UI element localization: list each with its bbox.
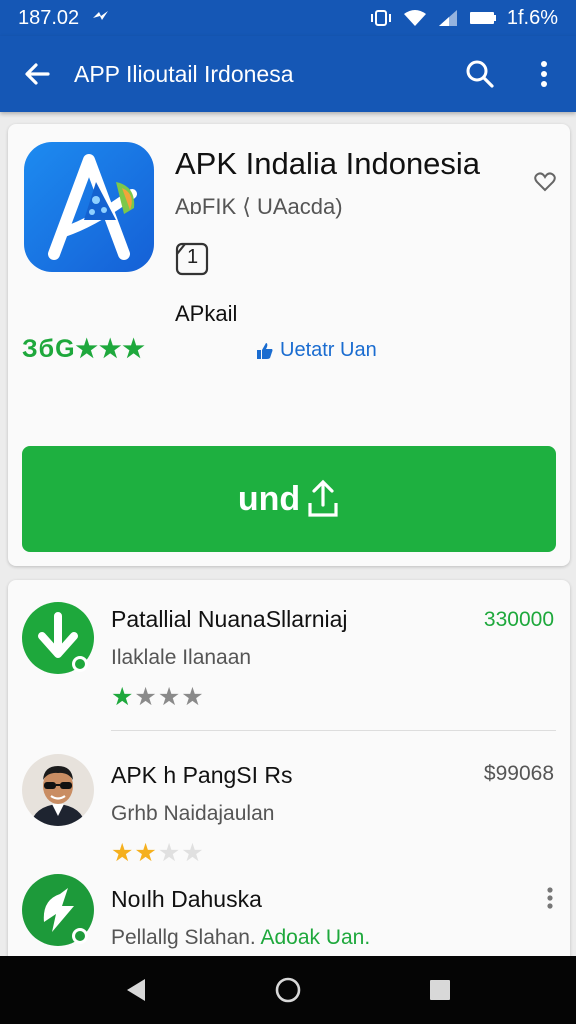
- install-button-label: und: [237, 479, 301, 518]
- age-badge: 1: [175, 240, 209, 281]
- update-link-label: Uetatr Uan: [280, 339, 377, 361]
- recents-square-icon: [430, 980, 450, 1000]
- wifi-icon: [403, 10, 426, 26]
- star-empty: ★★: [157, 839, 205, 867]
- favorite-button[interactable]: [534, 172, 556, 197]
- system-nav-bar: [0, 956, 576, 1024]
- heart-icon: [534, 172, 556, 192]
- age-badge-label: 1: [187, 246, 199, 268]
- avatar: [22, 754, 94, 826]
- list-item-stars: ★★★★: [111, 682, 205, 712]
- star-filled: ★: [111, 683, 135, 711]
- app-title: APK Indalia Indonesia: [175, 146, 481, 181]
- search-button[interactable]: [448, 36, 512, 112]
- star-filled: ★★: [111, 839, 158, 867]
- person-avatar-icon: [30, 766, 86, 826]
- notification-icon: [93, 11, 109, 20]
- app-bar: APP Ilioutail Irdonesa: [0, 36, 576, 112]
- related-apps-list: Patallial NuanaSllarniaj Ilaklale Ilanaa…: [8, 580, 570, 970]
- more-vert-icon: [541, 61, 547, 87]
- item-more-button[interactable]: [546, 886, 554, 915]
- install-button[interactable]: und: [22, 446, 556, 552]
- battery-icon: [469, 12, 496, 24]
- search-icon: [466, 60, 494, 88]
- list-item[interactable]: Patallial NuanaSllarniaj Ilaklale Ilanaa…: [8, 580, 570, 730]
- nav-recents-button[interactable]: [400, 956, 480, 1024]
- app-category: APkail: [175, 301, 238, 326]
- more-vert-icon: [547, 887, 553, 909]
- list-item-title: Noılh Dahuska: [111, 886, 262, 912]
- list-item-stars: ★★★★: [111, 838, 205, 868]
- app-icon-green-arrow: [22, 602, 94, 674]
- more-options-button[interactable]: [512, 36, 576, 112]
- download-arrow-icon: [38, 612, 88, 672]
- thumbs-up-icon: [257, 342, 273, 359]
- list-item-subtitle: Ilaklale Ilanaan: [111, 646, 252, 669]
- app-developer: AɒFIK ⟨ UAacda): [175, 194, 343, 219]
- app-logo: [24, 142, 154, 272]
- list-item-link[interactable]: Adoak Uan.: [260, 926, 370, 949]
- update-link[interactable]: Uetatr Uan: [256, 339, 377, 362]
- bolt-icon: [43, 888, 88, 944]
- list-item[interactable]: APK h PangSI Rs Grhb Naidajaulan $99068 …: [8, 732, 570, 872]
- list-item-title: APK h PangSI Rs: [111, 762, 293, 788]
- status-bar: 187.02 1f.6%: [0, 0, 576, 36]
- app-logo-icon: [48, 154, 137, 260]
- app-rating: ЗбG★★★: [22, 335, 146, 363]
- list-item-price: 330000: [483, 608, 554, 631]
- status-time: 187.02: [18, 6, 80, 29]
- app-detail-card: APK Indalia Indonesia AɒFIK ⟨ UAacda) 1 …: [8, 124, 570, 566]
- home-circle-icon: [275, 977, 301, 1003]
- list-item-title: Patallial NuanaSllarniaj: [111, 606, 348, 632]
- upload-icon: [308, 479, 338, 517]
- page-title: APP Ilioutail Irdonesa: [74, 60, 294, 87]
- list-item-subtitle: Grhb Naidajaulan: [111, 802, 275, 825]
- signal-icon: [438, 10, 457, 26]
- star-empty: ★★★: [134, 683, 205, 711]
- nav-home-button[interactable]: [248, 956, 328, 1024]
- app-icon-green-bolt: [22, 874, 94, 946]
- battery-percent: 1f.6%: [506, 6, 558, 29]
- nav-back-button[interactable]: [96, 956, 176, 1024]
- back-triangle-icon: [127, 979, 145, 1001]
- arrow-left-icon: [25, 63, 50, 85]
- list-item-subtitle: Pellallg Slahan. Adoak Uan.: [111, 926, 370, 950]
- vibrate-icon: [370, 10, 391, 26]
- list-item-subtitle-text: Pellallg Slahan.: [111, 926, 256, 949]
- list-item-price: $99068: [483, 762, 554, 785]
- back-button[interactable]: [0, 36, 74, 112]
- divider: [111, 730, 556, 731]
